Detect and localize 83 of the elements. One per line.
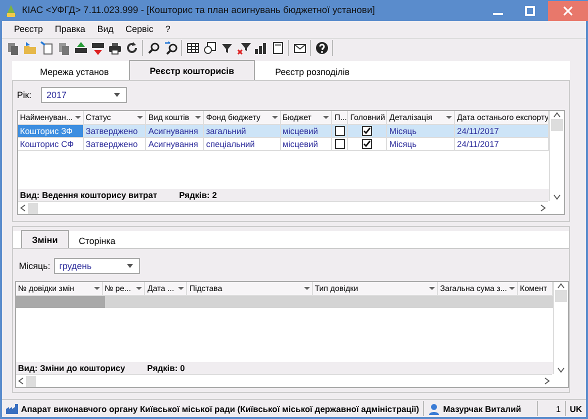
vertical-scrollbar[interactable] [549, 111, 564, 201]
column-header[interactable]: П... [332, 111, 348, 124]
menu-item[interactable]: Вид [91, 24, 120, 34]
filter-arrow-icon[interactable] [323, 116, 330, 119]
filter-arrow-icon[interactable] [195, 116, 202, 119]
table-cell[interactable]: Асигнування [146, 125, 204, 137]
horizontal-scrollbar[interactable] [18, 201, 548, 214]
close-button[interactable] [548, 0, 588, 20]
filter-arrow-icon[interactable] [304, 287, 310, 290]
view-label: Вид: Зміни до кошторису [18, 363, 126, 373]
column-header[interactable]: Дата ... [145, 282, 188, 295]
table-cell[interactable]: Затверджено [84, 138, 146, 150]
table-cell[interactable]: Затверджено [84, 125, 146, 137]
column-header[interactable]: Загальна сума з... [438, 282, 518, 295]
menu-item[interactable]: Реєстр [8, 24, 49, 34]
filter-arrow-icon[interactable] [508, 287, 515, 290]
help-icon[interactable] [313, 40, 330, 56]
column-header[interactable]: Деталізація [387, 111, 455, 124]
menu-item[interactable]: Правка [48, 24, 92, 34]
filter-arrow-icon[interactable] [272, 116, 278, 119]
row-count: Рядків: 2 [179, 190, 217, 200]
table-cell[interactable]: Місяць [387, 138, 455, 150]
menu-item[interactable]: Сервіс [120, 24, 160, 34]
folder-icon[interactable] [21, 40, 38, 56]
column-header[interactable]: Тип довідки [312, 282, 438, 295]
column-header[interactable]: № довідки змін [16, 282, 103, 295]
table-cell[interactable]: Місяць [387, 125, 455, 137]
filter-arrow-icon[interactable] [94, 287, 100, 290]
window-title: КІАС <УФГД> 7.11.023.999 - [Кошторис та план асигнувань бюджетної установи] [22, 5, 376, 16]
organization-name: Апарат виконавчого органу Київської міської ради (Київської міської державної адміністрації) [21, 404, 420, 414]
month-label: Місяць: [19, 261, 50, 271]
column-header[interactable]: Головний [348, 111, 388, 124]
filter-arrow-icon[interactable] [429, 287, 436, 290]
checkbox[interactable] [362, 126, 372, 136]
table-cell[interactable]: Асигнування [146, 138, 204, 150]
building-icon [6, 404, 18, 414]
menu-item[interactable]: ? [159, 24, 176, 34]
scroll-thumb[interactable] [555, 290, 567, 302]
filter-arrow-icon[interactable] [136, 287, 142, 290]
table-cell[interactable]: місцевий [280, 125, 332, 137]
user-icon [428, 402, 440, 414]
scroll-thumb[interactable] [551, 119, 563, 131]
scroll-thumb[interactable] [28, 202, 38, 214]
user-name: Мазурчак Виталий [443, 404, 522, 414]
close-icon[interactable] [563, 6, 573, 16]
language-indicator: UK [570, 404, 582, 414]
filter-arrow-icon[interactable] [137, 116, 144, 119]
search-icon[interactable] [162, 40, 179, 56]
row-count: Рядків: 0 [147, 363, 185, 373]
tab[interactable]: Зміни [21, 230, 69, 248]
view-label: Вид: Ведення кошторису витрат [20, 190, 158, 200]
maximize-icon[interactable] [525, 6, 535, 16]
column-header[interactable]: Найменуван... [18, 111, 84, 124]
month-dropdown[interactable]: грудень [54, 258, 140, 274]
tab[interactable]: Реєстр розподілів [255, 64, 370, 80]
table-cell[interactable]: спеціальний [204, 138, 281, 150]
checkbox[interactable] [334, 139, 345, 149]
column-header[interactable]: № ре... [102, 282, 146, 295]
column-header[interactable]: Вид коштів [146, 111, 204, 124]
tab[interactable]: Сторінка [68, 233, 126, 248]
filter-arrow-icon[interactable] [178, 287, 184, 290]
filter-arrow-icon[interactable] [74, 116, 81, 119]
tab[interactable]: Мережа установ [20, 64, 129, 80]
horizontal-scrollbar[interactable] [16, 374, 552, 387]
year-label: Рік: [17, 90, 32, 100]
checkbox[interactable] [334, 126, 345, 136]
checkbox[interactable] [362, 139, 372, 149]
app-icon [4, 4, 18, 18]
column-header[interactable]: Підстава [187, 282, 313, 295]
table-cell[interactable]: Кошторис СФ [18, 138, 84, 150]
table-cell[interactable]: місцевий [280, 138, 332, 150]
year-dropdown[interactable]: 2017 [41, 87, 128, 103]
vertical-scrollbar[interactable] [553, 282, 568, 374]
table-cell[interactable]: загальний [204, 125, 281, 137]
document-icon[interactable] [38, 40, 55, 56]
column-header[interactable]: Статус [84, 111, 146, 124]
tab[interactable]: Реєстр кошторисів [128, 60, 256, 80]
page-number: 1 [556, 404, 561, 414]
pages-icon[interactable] [201, 40, 218, 56]
filter-arrow-icon[interactable] [446, 116, 452, 119]
column-header[interactable]: Фонд бюджету [204, 111, 281, 124]
scroll-thumb[interactable] [26, 376, 36, 386]
column-header[interactable]: Бюджет [280, 111, 332, 124]
